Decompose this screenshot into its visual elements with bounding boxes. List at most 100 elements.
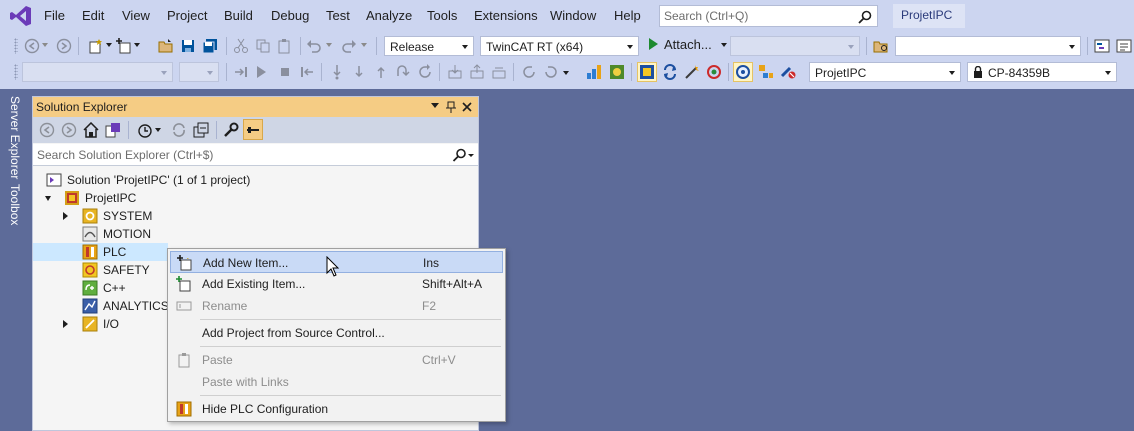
stop-icon[interactable] xyxy=(277,64,293,80)
undo-dropdown-icon[interactable] xyxy=(326,43,332,49)
collapsed-arrow-icon[interactable] xyxy=(63,212,68,220)
new-project-dropdown-icon[interactable] xyxy=(106,43,112,49)
plc-config-icon xyxy=(176,401,192,417)
logout-icon[interactable] xyxy=(469,64,485,80)
add-item-icon[interactable] xyxy=(116,38,132,54)
switch-views-icon[interactable] xyxy=(105,122,121,138)
cycle-icon[interactable] xyxy=(543,64,559,80)
step-down-icon[interactable] xyxy=(351,64,367,80)
solution-label: Solution 'ProjetIPC' (1 of 1 project) xyxy=(67,173,251,187)
solution-explorer-titlebar[interactable]: Solution Explorer xyxy=(33,97,478,117)
quick-search-placeholder: Search (Ctrl+Q) xyxy=(664,9,749,23)
step-in-icon[interactable] xyxy=(233,64,249,80)
restart-twincat-icon[interactable] xyxy=(662,64,678,80)
chevron-down-icon xyxy=(1069,45,1075,49)
project-combo[interactable]: ProjetIPC xyxy=(809,62,961,82)
save-icon[interactable] xyxy=(180,38,196,54)
menu-item-paste-with-links[interactable]: Paste with Links xyxy=(170,371,503,393)
menu-separator xyxy=(200,395,501,396)
find-combo[interactable] xyxy=(895,36,1081,56)
expanded-arrow-icon[interactable] xyxy=(45,196,51,201)
properties-icon[interactable] xyxy=(1116,38,1132,54)
forward-icon[interactable] xyxy=(61,122,77,138)
collapsed-arrow-icon[interactable] xyxy=(63,320,68,328)
menu-view[interactable]: View xyxy=(122,8,150,23)
preview-selected-button[interactable] xyxy=(243,119,263,140)
menu-tools[interactable]: Tools xyxy=(427,8,457,23)
reset-icon[interactable] xyxy=(417,64,433,80)
find-in-files-icon[interactable] xyxy=(873,38,889,54)
solution-explorer-search[interactable]: Search Solution Explorer (Ctrl+$) xyxy=(33,144,478,166)
redo-icon[interactable] xyxy=(341,38,357,54)
menu-extensions[interactable]: Extensions xyxy=(474,8,538,23)
hide-disabled-icon[interactable] xyxy=(780,64,796,80)
server-explorer-tab[interactable]: Server Explorer xyxy=(8,96,22,179)
toolbox-tab[interactable]: Toolbox xyxy=(8,184,22,225)
navigate-forward-icon[interactable] xyxy=(56,38,72,54)
config-mode-icon[interactable] xyxy=(684,64,700,80)
copy-icon[interactable] xyxy=(255,38,271,54)
collapse-all-icon[interactable] xyxy=(193,122,209,138)
menu-file[interactable]: File xyxy=(44,8,65,23)
scan-devices-icon[interactable] xyxy=(586,64,602,80)
menu-debug[interactable]: Debug xyxy=(271,8,309,23)
cut-icon[interactable] xyxy=(233,38,249,54)
target-system-combo[interactable]: CP-84359B xyxy=(967,62,1117,82)
menu-test[interactable]: Test xyxy=(326,8,350,23)
quick-search-input[interactable]: Search (Ctrl+Q) xyxy=(659,5,878,27)
attach-button[interactable]: Attach... xyxy=(649,37,728,52)
login-icon[interactable] xyxy=(447,64,463,80)
window-position-dropdown-icon[interactable] xyxy=(431,103,439,108)
sync-icon[interactable] xyxy=(171,122,187,138)
step-up-icon[interactable] xyxy=(373,64,389,80)
activate-configuration-icon[interactable] xyxy=(637,62,657,82)
filter-dropdown-icon[interactable] xyxy=(155,128,161,134)
breakpoint-step-icon[interactable] xyxy=(329,64,345,80)
target-browser-icon[interactable] xyxy=(609,64,625,80)
menu-build[interactable]: Build xyxy=(224,8,253,23)
solution-explorer-icon[interactable] xyxy=(1094,38,1110,54)
home-icon[interactable] xyxy=(83,122,99,138)
menu-help[interactable]: Help xyxy=(614,8,641,23)
pending-changes-filter-icon[interactable] xyxy=(137,122,153,138)
undo-icon[interactable] xyxy=(306,38,322,54)
menu-edit[interactable]: Edit xyxy=(82,8,104,23)
properties-wrench-icon[interactable] xyxy=(223,122,239,138)
new-project-icon[interactable] xyxy=(88,38,104,54)
redo-dropdown-icon[interactable] xyxy=(361,43,367,49)
navigate-back-icon[interactable] xyxy=(24,38,40,54)
toolbar-grip[interactable] xyxy=(14,64,18,80)
configuration-combo[interactable]: Release xyxy=(384,36,474,56)
tree-node-system[interactable]: SYSTEM xyxy=(33,207,478,225)
show-sub-items-icon[interactable] xyxy=(758,64,774,80)
menu-analyze[interactable]: Analyze xyxy=(366,8,412,23)
run-icon[interactable] xyxy=(253,64,269,80)
restart-icon[interactable] xyxy=(521,64,537,80)
overflow-dropdown-icon[interactable] xyxy=(563,71,569,77)
project-node[interactable]: ProjetIPC xyxy=(33,189,478,207)
toolbar-grip[interactable] xyxy=(14,38,18,54)
menu-window[interactable]: Window xyxy=(550,8,596,23)
paste-toolbar-icon[interactable] xyxy=(277,38,293,54)
platform-combo[interactable]: TwinCAT RT (x64) xyxy=(480,36,639,56)
menu-item-add-project-from-source-control[interactable]: Add Project from Source Control... xyxy=(170,322,503,344)
solution-node[interactable]: Solution 'ProjetIPC' (1 of 1 project) xyxy=(33,171,478,189)
menu-item-rename[interactable]: Rename F2 xyxy=(170,295,503,317)
open-file-icon[interactable] xyxy=(158,38,174,54)
step-out-icon[interactable] xyxy=(299,64,315,80)
download-icon[interactable] xyxy=(491,64,507,80)
tree-node-motion[interactable]: MOTION xyxy=(33,225,478,243)
menu-item-hide-plc-configuration[interactable]: Hide PLC Configuration xyxy=(170,398,503,420)
tree-node-plc[interactable]: PLC xyxy=(33,243,168,261)
free-run-icon[interactable] xyxy=(706,64,722,80)
step-over-icon[interactable] xyxy=(395,64,411,80)
close-icon[interactable] xyxy=(462,102,472,112)
add-item-dropdown-icon[interactable] xyxy=(134,43,140,49)
back-dropdown-icon[interactable] xyxy=(42,43,48,49)
back-icon[interactable] xyxy=(39,122,55,138)
pin-icon[interactable] xyxy=(446,101,456,113)
toggle-view-icon[interactable] xyxy=(733,62,753,82)
menu-project[interactable]: Project xyxy=(167,8,207,23)
save-all-icon[interactable] xyxy=(202,38,218,54)
menu-item-paste[interactable]: Paste Ctrl+V xyxy=(170,349,503,371)
